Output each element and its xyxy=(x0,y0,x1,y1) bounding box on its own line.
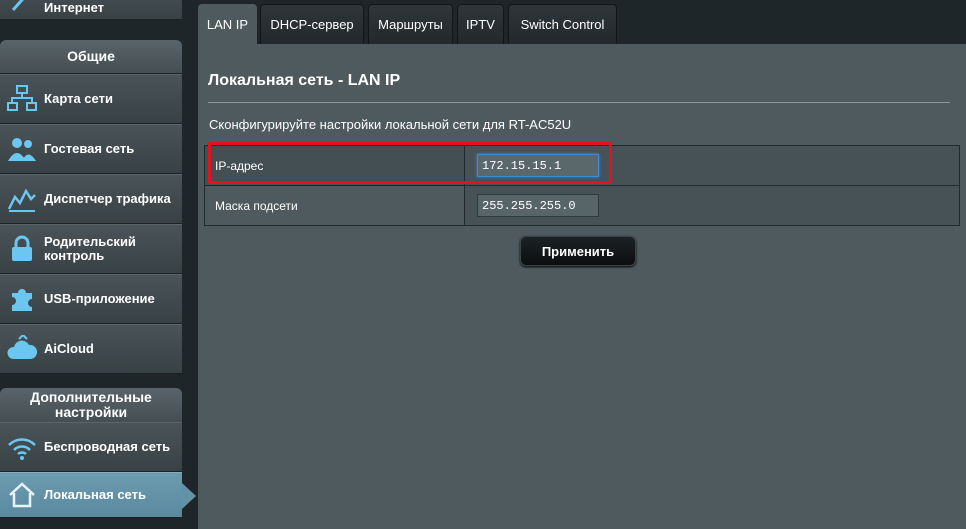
cloud-icon xyxy=(2,329,42,369)
tab-dhcp-server[interactable]: DHCP-сервер xyxy=(260,4,364,44)
sidebar-item-label: Гостевая сеть xyxy=(44,141,135,156)
sidebar-item-usb-application[interactable]: USB-приложение xyxy=(0,274,182,324)
tab-lan-ip[interactable]: LAN IP xyxy=(198,4,257,44)
sidebar-item-label: AiCloud xyxy=(44,341,94,356)
sidebar-item-label: Карта сети xyxy=(44,91,113,106)
title-divider xyxy=(208,102,950,103)
sidebar-item-aicloud[interactable]: AiCloud xyxy=(0,324,182,374)
subnet-mask-input[interactable] xyxy=(477,194,599,217)
apply-button[interactable]: Применить xyxy=(520,236,636,266)
sidebar-item-parental-control[interactable]: Родительский контроль xyxy=(0,224,182,274)
sidebar: Интернет Общие Карта сети Гостевая сеть xyxy=(0,0,196,529)
tab-label: Маршруты xyxy=(378,17,443,32)
section-header-general: Общие xyxy=(0,40,182,73)
sidebar-item-network-map[interactable]: Карта сети xyxy=(0,74,182,124)
subnet-mask-row: Маска подсети xyxy=(204,186,960,226)
tab-label: Switch Control xyxy=(520,17,605,32)
sidebar-item-label: Локальная сеть xyxy=(44,487,146,502)
page-title: Локальная сеть - LAN IP xyxy=(208,72,401,89)
sidebar-item-lan[interactable]: Локальная сеть xyxy=(0,472,196,518)
tab-routes[interactable]: Маршруты xyxy=(368,4,453,44)
guest-network-icon xyxy=(2,129,42,169)
ip-address-input[interactable] xyxy=(477,154,599,177)
home-icon xyxy=(2,475,42,515)
traffic-manager-icon xyxy=(2,179,42,219)
sidebar-item-label: Родительский контроль xyxy=(44,234,136,263)
sidebar-item-internet[interactable]: Интернет xyxy=(0,0,182,20)
wifi-icon xyxy=(2,427,42,467)
subnet-mask-cell xyxy=(465,186,959,225)
main-panel: Локальная сеть - LAN IP Сконфигурируйте … xyxy=(198,44,966,529)
sidebar-item-label: Интернет xyxy=(44,0,105,15)
page-description: Сконфигурируйте настройки локальной сети… xyxy=(209,117,572,132)
lan-settings-table: IP-адрес Маска подсети xyxy=(204,145,960,226)
tab-iptv[interactable]: IPTV xyxy=(457,4,504,44)
sidebar-item-traffic-manager[interactable]: Диспетчер трафика xyxy=(0,174,182,224)
sidebar-item-label: Беспроводная сеть xyxy=(44,439,171,454)
lock-icon xyxy=(2,229,42,269)
ip-address-label: IP-адрес xyxy=(205,146,465,185)
globe-icon xyxy=(2,0,42,21)
tab-label: DHCP-сервер xyxy=(270,17,354,32)
sidebar-item-guest-network[interactable]: Гостевая сеть xyxy=(0,124,182,174)
puzzle-icon xyxy=(2,279,42,319)
sidebar-item-wireless[interactable]: Беспроводная сеть xyxy=(0,422,182,472)
sidebar-item-label: USB-приложение xyxy=(44,291,155,306)
sidebar-item-label: Диспетчер трафика xyxy=(44,191,171,206)
tab-label: LAN IP xyxy=(206,17,249,32)
ip-address-cell xyxy=(465,146,959,185)
subnet-mask-label: Маска подсети xyxy=(205,186,465,225)
network-map-icon xyxy=(2,79,42,119)
ip-address-row: IP-адрес xyxy=(204,145,960,186)
tab-label: IPTV xyxy=(466,17,495,32)
section-header-advanced: Дополнительные настройки xyxy=(0,388,182,422)
tab-switch-control[interactable]: Switch Control xyxy=(508,4,617,44)
